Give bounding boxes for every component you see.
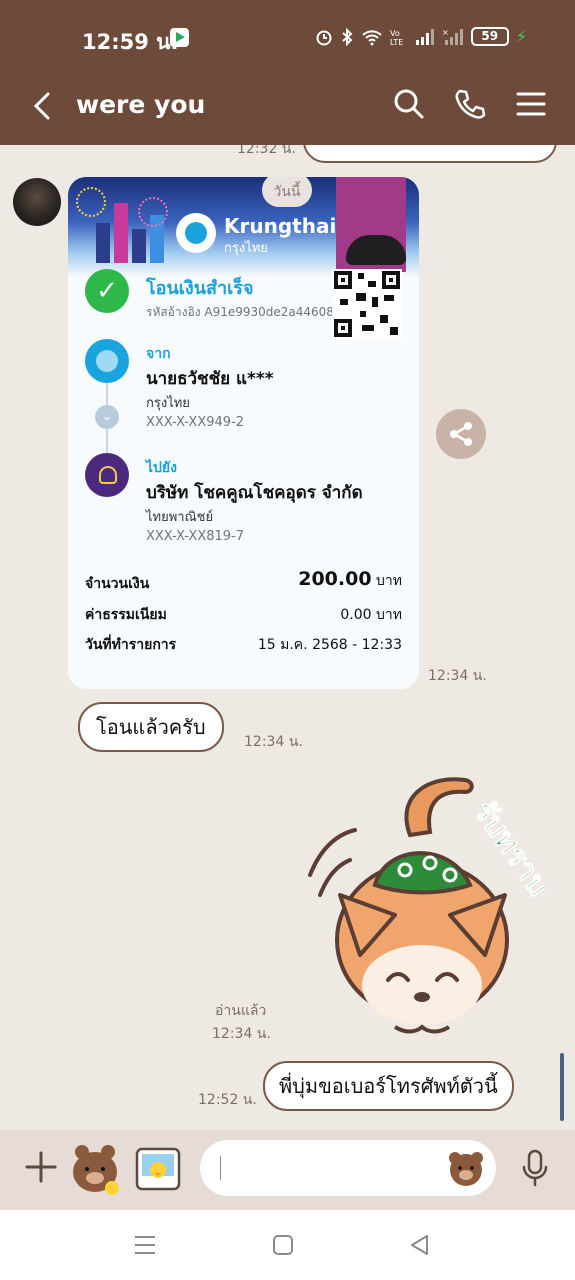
play-store-icon (170, 28, 189, 47)
contact-avatar[interactable] (13, 178, 61, 226)
share-button[interactable] (436, 409, 486, 459)
bluetooth-icon (342, 27, 353, 46)
status-icons: Vo LTE × 59 ⚡ (315, 27, 527, 46)
reference-code: รหัสอ้างอิง A91e9930de2a44608 (146, 305, 334, 319)
message-time: 12:52 น. (198, 1092, 257, 1108)
to-label: ไปยัง (146, 460, 177, 476)
message-list[interactable]: 12:32 น. Krungthai กรุงไทย วันนี้ ✓ โอนเ… (0, 145, 575, 1130)
incoming-message-bubble[interactable]: โอนแล้วครับ (78, 702, 224, 752)
scb-bank-icon (85, 453, 129, 497)
volte-icon: VoLTE (390, 29, 403, 46)
sender-account: XXX-X-XX949-2 (146, 415, 245, 430)
menu-icon[interactable] (514, 87, 548, 121)
sticker-icon[interactable] (70, 1142, 122, 1196)
charging-icon: ⚡ (515, 27, 527, 46)
message-time: 12:34 น. (428, 668, 487, 684)
alarm-icon (316, 30, 332, 45)
date-label: วันที่ทำรายการ (85, 637, 177, 653)
firework-decoration (76, 187, 106, 217)
from-label: จาก (146, 346, 171, 362)
search-icon[interactable] (392, 87, 426, 121)
chevron-down-icon: ⌄ (95, 405, 119, 429)
back-icon[interactable] (405, 1230, 435, 1260)
chat-header: were you (0, 70, 575, 145)
bank-name-thai: กรุงไทย (224, 241, 268, 256)
recent-apps-icon[interactable] (130, 1230, 160, 1260)
svg-text:Vo: Vo (390, 29, 400, 38)
battery-icon: 59 (470, 27, 509, 46)
krungthai-logo-icon (176, 213, 216, 253)
firework-decoration (138, 197, 168, 227)
qr-code (332, 269, 402, 339)
date-divider: วันนี้ (262, 177, 312, 207)
phone-icon[interactable] (453, 87, 487, 121)
chat-title[interactable]: were you (76, 90, 205, 119)
slip-banner: Krungthai กรุงไทย (68, 177, 419, 277)
signal-icon-2: × (442, 28, 463, 45)
sender-name: นายธวัชชัย แ*** (146, 369, 274, 389)
outgoing-message-bubble[interactable]: พี่บุ่มขอเบอร์โทรศัพท์ตัวนี้ (263, 1061, 514, 1111)
scroll-indicator[interactable] (560, 1053, 564, 1121)
success-title: โอนเงินสำเร็จ (146, 278, 254, 299)
bank-name: Krungthai (224, 214, 337, 238)
sender-bank: กรุงไทย (146, 396, 190, 411)
receiver-account: XXX-X-XX819-7 (146, 529, 245, 544)
receiver-bank: ไทยพาณิชย์ (146, 510, 214, 525)
amount-number: 200.00 (298, 568, 372, 590)
photo-icon[interactable] (134, 1146, 182, 1192)
fee-label: ค่าธรรมเนียม (85, 607, 167, 623)
svg-text:×: × (442, 28, 449, 37)
amount-label: จำนวนเงิน (85, 576, 150, 592)
date-value: 15 ม.ค. 2568 - 12:33 (257, 637, 402, 653)
text-caret (220, 1156, 221, 1180)
signal-icon (415, 28, 434, 45)
wifi-icon (362, 29, 382, 45)
message-time: 12:34 น. (212, 1026, 271, 1042)
sticker-shiba-icon[interactable]: รับทราบ (300, 775, 545, 1035)
status-time: 12:59 น. (82, 30, 179, 54)
amount-value: 200.00 บาท (298, 568, 402, 592)
message-time: 12:34 น. (244, 734, 303, 750)
home-icon[interactable] (268, 1230, 298, 1260)
message-input-bar (0, 1130, 575, 1210)
message-time: 12:32 น. (237, 145, 296, 157)
plus-icon[interactable] (24, 1150, 58, 1184)
emoji-icon[interactable] (446, 1148, 486, 1188)
share-icon (450, 422, 472, 446)
previous-message-bubble[interactable] (303, 145, 557, 163)
system-nav-bar (0, 1210, 575, 1280)
receiver-name: บริษัท โชคคูณโชคอุดร จำกัด (146, 483, 363, 503)
read-receipt: อ่านแล้ว (215, 1003, 267, 1019)
status-bar: 12:59 น. Vo LTE × 59 ⚡ (0, 0, 575, 70)
back-arrow-icon[interactable] (28, 86, 58, 126)
fee-value: 0.00 บาท (340, 607, 402, 623)
krungthai-bank-icon (85, 339, 129, 383)
transfer-slip-image[interactable]: Krungthai กรุงไทย วันนี้ ✓ โอนเงินสำเร็จ… (68, 177, 419, 689)
message-input[interactable] (200, 1140, 496, 1196)
amount-unit: บาท (376, 573, 402, 589)
microphone-icon[interactable] (520, 1148, 550, 1188)
svg-text:LTE: LTE (390, 38, 403, 46)
cat-icon (346, 235, 406, 265)
check-icon: ✓ (85, 269, 129, 313)
